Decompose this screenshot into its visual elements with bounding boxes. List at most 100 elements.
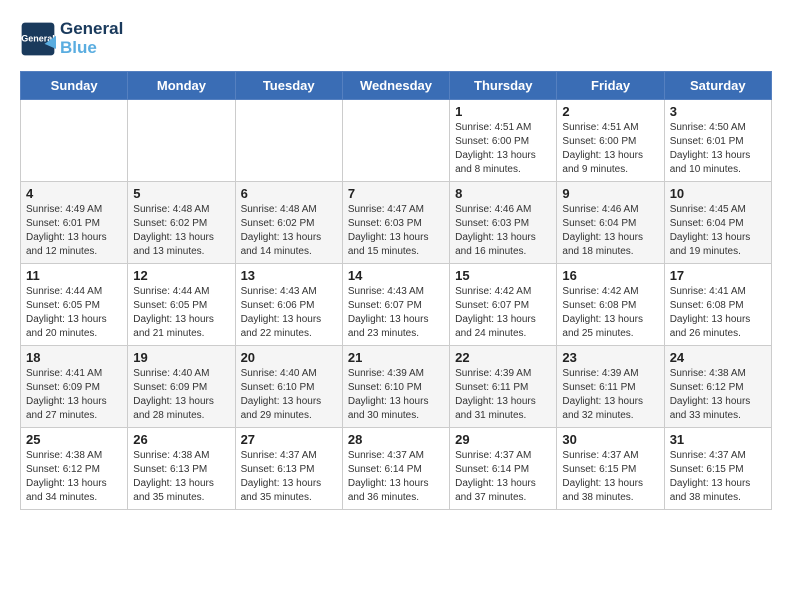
calendar-cell [128,100,235,182]
calendar-header-thursday: Thursday [450,72,557,100]
day-number: 2 [562,104,658,119]
calendar-cell: 10 Sunrise: 4:45 AM Sunset: 6:04 PM Dayli… [664,182,771,264]
day-info: Sunrise: 4:37 AM Sunset: 6:15 PM Dayligh… [562,449,658,505]
day-info: Sunrise: 4:46 AM Sunset: 6:03 PM Dayligh… [455,203,551,259]
day-number: 4 [26,186,122,201]
day-number: 9 [562,186,658,201]
calendar-header-monday: Monday [128,72,235,100]
day-number: 10 [670,186,766,201]
day-info: Sunrise: 4:43 AM Sunset: 6:06 PM Dayligh… [241,285,337,341]
day-info: Sunrise: 4:48 AM Sunset: 6:02 PM Dayligh… [133,203,229,259]
day-info: Sunrise: 4:41 AM Sunset: 6:09 PM Dayligh… [26,367,122,423]
logo: General General Blue [20,20,123,57]
calendar-cell: 24 Sunrise: 4:38 AM Sunset: 6:12 PM Dayli… [664,346,771,428]
day-info: Sunrise: 4:37 AM Sunset: 6:13 PM Dayligh… [241,449,337,505]
day-info: Sunrise: 4:37 AM Sunset: 6:15 PM Dayligh… [670,449,766,505]
calendar-cell: 16 Sunrise: 4:42 AM Sunset: 6:08 PM Dayli… [557,264,664,346]
day-number: 7 [348,186,444,201]
day-number: 14 [348,268,444,283]
day-number: 27 [241,432,337,447]
day-info: Sunrise: 4:51 AM Sunset: 6:00 PM Dayligh… [562,121,658,177]
day-info: Sunrise: 4:49 AM Sunset: 6:01 PM Dayligh… [26,203,122,259]
page: General General Blue SundayMondayTuesday… [0,0,792,520]
header: General General Blue [20,20,772,57]
calendar-cell: 31Sunrise: 4:37 AM Sunset: 6:15 PM Dayli… [664,428,771,510]
day-info: Sunrise: 4:43 AM Sunset: 6:07 PM Dayligh… [348,285,444,341]
day-number: 1 [455,104,551,119]
day-number: 24 [670,350,766,365]
day-number: 18 [26,350,122,365]
day-number: 29 [455,432,551,447]
day-number: 12 [133,268,229,283]
day-info: Sunrise: 4:48 AM Sunset: 6:02 PM Dayligh… [241,203,337,259]
day-number: 23 [562,350,658,365]
calendar-week-row: 25 Sunrise: 4:38 AM Sunset: 6:12 PM Dayli… [21,428,772,510]
calendar-week-row: 4 Sunrise: 4:49 AM Sunset: 6:01 PM Daylig… [21,182,772,264]
day-info: Sunrise: 4:41 AM Sunset: 6:08 PM Dayligh… [670,285,766,341]
day-info: Sunrise: 4:42 AM Sunset: 6:08 PM Dayligh… [562,285,658,341]
calendar-table: SundayMondayTuesdayWednesdayThursdayFrid… [20,71,772,510]
calendar-cell: 7 Sunrise: 4:47 AM Sunset: 6:03 PM Daylig… [342,182,449,264]
calendar-cell: 6 Sunrise: 4:48 AM Sunset: 6:02 PM Daylig… [235,182,342,264]
calendar-week-row: 11 Sunrise: 4:44 AM Sunset: 6:05 PM Dayli… [21,264,772,346]
day-number: 21 [348,350,444,365]
calendar-cell: 13 Sunrise: 4:43 AM Sunset: 6:06 PM Dayli… [235,264,342,346]
day-number: 20 [241,350,337,365]
calendar-cell: 11 Sunrise: 4:44 AM Sunset: 6:05 PM Dayli… [21,264,128,346]
day-info: Sunrise: 4:39 AM Sunset: 6:11 PM Dayligh… [562,367,658,423]
day-info: Sunrise: 4:39 AM Sunset: 6:10 PM Dayligh… [348,367,444,423]
day-number: 15 [455,268,551,283]
day-number: 19 [133,350,229,365]
calendar-cell: 22Sunrise: 4:39 AM Sunset: 6:11 PM Dayli… [450,346,557,428]
day-number: 28 [348,432,444,447]
day-info: Sunrise: 4:45 AM Sunset: 6:04 PM Dayligh… [670,203,766,259]
calendar-header-friday: Friday [557,72,664,100]
logo-icon: General [20,21,56,57]
day-number: 17 [670,268,766,283]
calendar-cell [235,100,342,182]
day-info: Sunrise: 4:38 AM Sunset: 6:12 PM Dayligh… [670,367,766,423]
day-info: Sunrise: 4:37 AM Sunset: 6:14 PM Dayligh… [348,449,444,505]
day-number: 11 [26,268,122,283]
calendar-cell: 20 Sunrise: 4:40 AM Sunset: 6:10 PM Dayli… [235,346,342,428]
day-info: Sunrise: 4:40 AM Sunset: 6:09 PM Dayligh… [133,367,229,423]
calendar-cell: 5Sunrise: 4:48 AM Sunset: 6:02 PM Daylig… [128,182,235,264]
day-number: 3 [670,104,766,119]
calendar-week-row: 1 Sunrise: 4:51 AM Sunset: 6:00 PM Daylig… [21,100,772,182]
calendar-cell: 17 Sunrise: 4:41 AM Sunset: 6:08 PM Dayli… [664,264,771,346]
day-number: 22 [455,350,551,365]
calendar-header-row: SundayMondayTuesdayWednesdayThursdayFrid… [21,72,772,100]
day-info: Sunrise: 4:38 AM Sunset: 6:12 PM Dayligh… [26,449,122,505]
calendar-cell: 18 Sunrise: 4:41 AM Sunset: 6:09 PM Dayli… [21,346,128,428]
day-info: Sunrise: 4:44 AM Sunset: 6:05 PM Dayligh… [26,285,122,341]
day-info: Sunrise: 4:40 AM Sunset: 6:10 PM Dayligh… [241,367,337,423]
day-info: Sunrise: 4:37 AM Sunset: 6:14 PM Dayligh… [455,449,551,505]
calendar-cell: 9 Sunrise: 4:46 AM Sunset: 6:04 PM Daylig… [557,182,664,264]
calendar-header-sunday: Sunday [21,72,128,100]
day-number: 13 [241,268,337,283]
day-number: 8 [455,186,551,201]
logo-text-blue: Blue [60,39,123,58]
day-number: 16 [562,268,658,283]
calendar-cell [21,100,128,182]
calendar-cell: 3 Sunrise: 4:50 AM Sunset: 6:01 PM Daylig… [664,100,771,182]
day-info: Sunrise: 4:47 AM Sunset: 6:03 PM Dayligh… [348,203,444,259]
day-info: Sunrise: 4:51 AM Sunset: 6:00 PM Dayligh… [455,121,551,177]
calendar-cell [342,100,449,182]
calendar-cell: 1 Sunrise: 4:51 AM Sunset: 6:00 PM Daylig… [450,100,557,182]
calendar-cell: 23 Sunrise: 4:39 AM Sunset: 6:11 PM Dayli… [557,346,664,428]
calendar-cell: 4 Sunrise: 4:49 AM Sunset: 6:01 PM Daylig… [21,182,128,264]
day-info: Sunrise: 4:38 AM Sunset: 6:13 PM Dayligh… [133,449,229,505]
day-number: 25 [26,432,122,447]
calendar-cell: 27 Sunrise: 4:37 AM Sunset: 6:13 PM Dayli… [235,428,342,510]
day-number: 30 [562,432,658,447]
calendar-cell: 29 Sunrise: 4:37 AM Sunset: 6:14 PM Dayli… [450,428,557,510]
day-info: Sunrise: 4:46 AM Sunset: 6:04 PM Dayligh… [562,203,658,259]
calendar-cell: 28 Sunrise: 4:37 AM Sunset: 6:14 PM Dayli… [342,428,449,510]
day-number: 26 [133,432,229,447]
day-info: Sunrise: 4:50 AM Sunset: 6:01 PM Dayligh… [670,121,766,177]
calendar-cell: 15Sunrise: 4:42 AM Sunset: 6:07 PM Dayli… [450,264,557,346]
calendar-cell: 14 Sunrise: 4:43 AM Sunset: 6:07 PM Dayli… [342,264,449,346]
calendar-cell: 21 Sunrise: 4:39 AM Sunset: 6:10 PM Dayli… [342,346,449,428]
day-number: 6 [241,186,337,201]
